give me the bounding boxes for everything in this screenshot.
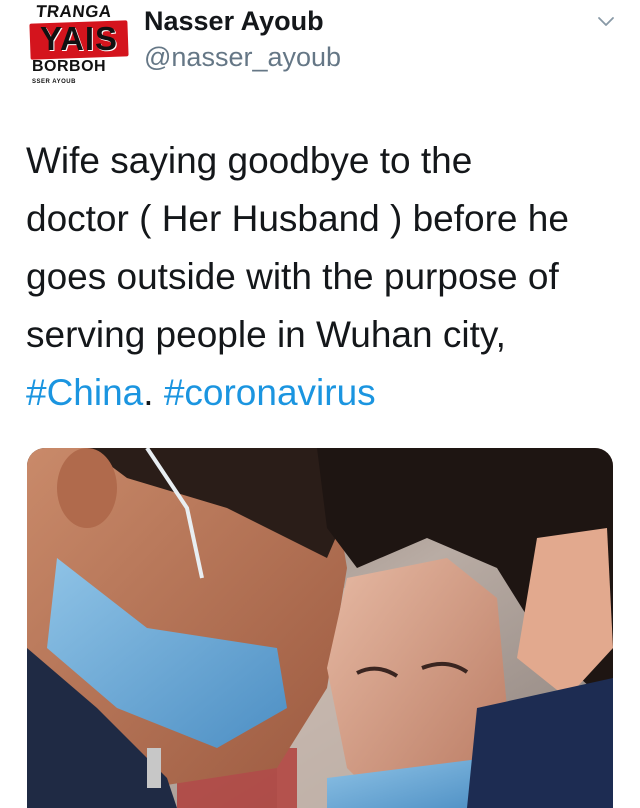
tweet-text-line: serving people in Wuhan city,	[26, 314, 506, 355]
hashtag-coronavirus-link[interactable]: #coronavirus	[164, 372, 376, 413]
hashtag-line: #China. #coronavirus	[26, 364, 626, 422]
display-name[interactable]: Nasser Ayoub	[144, 6, 324, 37]
avatar-logo-tiny: SSER AYOUB	[32, 79, 76, 85]
avatar-logo-bottom: BORBOH	[32, 58, 107, 75]
hashtag-china-link[interactable]: #China	[26, 372, 143, 413]
tweet-text-line: goes outside with the purpose of	[26, 256, 559, 297]
avatar-logo-middle: YAIS	[40, 20, 118, 57]
user-handle[interactable]: @nasser_ayoub	[144, 42, 341, 73]
avatar[interactable]: TRANGA YAIS BORBOH SSER AYOUB	[26, 2, 132, 90]
tweet-photo[interactable]	[27, 448, 613, 808]
tweet-text-line: doctor ( Her Husband ) before he	[26, 198, 569, 239]
tweet-text: Wife saying goodbye to the doctor ( Her …	[26, 132, 626, 422]
tweet-text-line: Wife saying goodbye to the	[26, 140, 473, 181]
photo-illustration	[27, 448, 613, 808]
chevron-down-icon[interactable]	[596, 12, 616, 32]
tweet-card: TRANGA YAIS BORBOH SSER AYOUB Nasser Ayo…	[0, 0, 640, 808]
avatar-logo-top: TRANGA	[35, 2, 113, 21]
hashtag-separator: .	[143, 372, 164, 413]
